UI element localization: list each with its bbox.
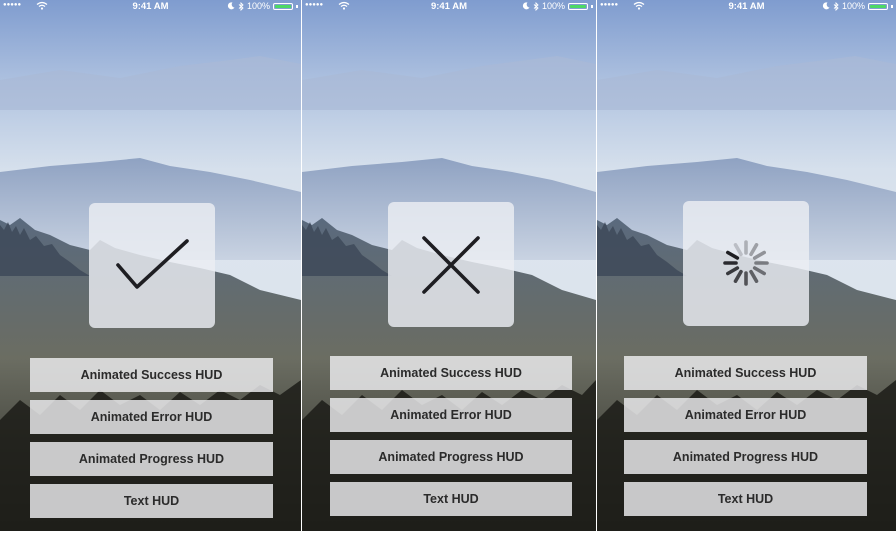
spinner-spoke xyxy=(752,266,766,276)
animated-success-hud-button[interactable]: Animated Success HUD xyxy=(330,356,572,390)
bluetooth-icon xyxy=(238,1,244,11)
bluetooth-icon xyxy=(533,1,539,11)
status-bar: ●●●●● 9:41 AM 100% xyxy=(302,0,596,12)
checkmark-icon xyxy=(116,239,189,289)
animated-success-hud-button[interactable]: Animated Success HUD xyxy=(30,358,273,392)
animated-progress-hud-button[interactable]: Animated Progress HUD xyxy=(30,442,273,476)
text-hud-button[interactable]: Text HUD xyxy=(30,484,273,518)
moon-icon xyxy=(822,2,830,10)
status-right-group: 100% xyxy=(822,1,893,11)
activity-spinner-icon xyxy=(723,240,769,286)
phone-screen-progress: ●●●●● 9:41 AM 100% Animated Success HUD … xyxy=(597,0,896,531)
cross-icon xyxy=(422,236,480,294)
battery-tip xyxy=(891,4,893,8)
spinner-spoke xyxy=(749,243,759,257)
battery-icon xyxy=(273,2,293,10)
success-hud xyxy=(89,203,215,328)
battery-percent: 100% xyxy=(841,1,865,11)
moon-icon xyxy=(522,2,530,10)
spinner-spoke xyxy=(733,269,743,283)
battery-icon xyxy=(868,2,888,10)
battery-tip xyxy=(296,4,298,8)
battery-tip xyxy=(591,4,593,8)
battery-percent: 100% xyxy=(246,1,270,11)
phone-screen-error: ●●●●● 9:41 AM 100% Animated Success HUD … xyxy=(302,0,596,531)
animated-error-hud-button[interactable]: Animated Error HUD xyxy=(30,400,273,434)
screens-container: ●●●●● 9:41 AM 100% Animated Success HUD … xyxy=(0,0,896,534)
spinner-spoke xyxy=(749,269,759,283)
status-bar: ●●●●● 9:41 AM 100% xyxy=(0,0,301,12)
progress-hud xyxy=(683,201,809,326)
error-hud xyxy=(388,202,514,327)
text-hud-button[interactable]: Text HUD xyxy=(624,482,867,516)
spinner-spoke xyxy=(726,266,740,276)
phone-screen-success: ●●●●● 9:41 AM 100% Animated Success HUD … xyxy=(0,0,301,531)
status-right-group: 100% xyxy=(227,1,298,11)
animated-progress-hud-button[interactable]: Animated Progress HUD xyxy=(624,440,867,474)
animated-progress-hud-button[interactable]: Animated Progress HUD xyxy=(330,440,572,474)
text-hud-button[interactable]: Text HUD xyxy=(330,482,572,516)
animated-error-hud-button[interactable]: Animated Error HUD xyxy=(330,398,572,432)
status-right-group: 100% xyxy=(522,1,593,11)
battery-icon xyxy=(568,2,588,10)
moon-icon xyxy=(227,2,235,10)
status-bar: ●●●●● 9:41 AM 100% xyxy=(597,0,896,12)
spinner-spoke xyxy=(733,243,743,257)
battery-percent: 100% xyxy=(541,1,565,11)
spinner-spoke xyxy=(726,250,740,260)
animated-error-hud-button[interactable]: Animated Error HUD xyxy=(624,398,867,432)
spinner-spoke xyxy=(752,250,766,260)
bluetooth-icon xyxy=(833,1,839,11)
animated-success-hud-button[interactable]: Animated Success HUD xyxy=(624,356,867,390)
